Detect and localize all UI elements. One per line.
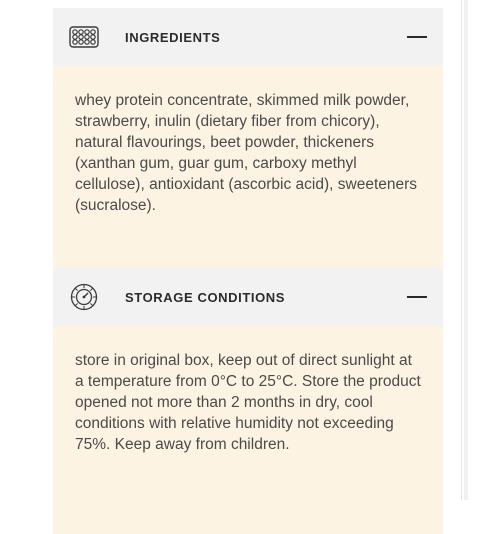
storage-conditions-title: STORAGE CONDITIONS [125, 289, 286, 305]
ingredients-header[interactable]: INGREDIENTS [53, 8, 443, 66]
collapse-icon[interactable] [407, 296, 427, 298]
pill-blister-icon [69, 22, 99, 52]
storage-conditions-content: store in original box, keep out of direc… [53, 326, 443, 534]
ingredients-text: whey protein concentrate, skimmed milk p… [75, 92, 418, 214]
collapse-icon[interactable] [407, 36, 427, 38]
temperature-dial-icon [69, 282, 99, 312]
ingredients-accordion: INGREDIENTS whey protein concentrate, sk… [53, 8, 443, 280]
ingredients-title: INGREDIENTS [125, 29, 221, 45]
storage-conditions-accordion: STORAGE CONDITIONS store in original box… [53, 268, 443, 534]
ingredients-content: whey protein concentrate, skimmed milk p… [53, 66, 443, 280]
page-divider [461, 0, 462, 500]
storage-conditions-header[interactable]: STORAGE CONDITIONS [53, 268, 443, 326]
scrollbar[interactable] [464, 0, 468, 500]
storage-conditions-text: store in original box, keep out of direc… [75, 352, 421, 453]
